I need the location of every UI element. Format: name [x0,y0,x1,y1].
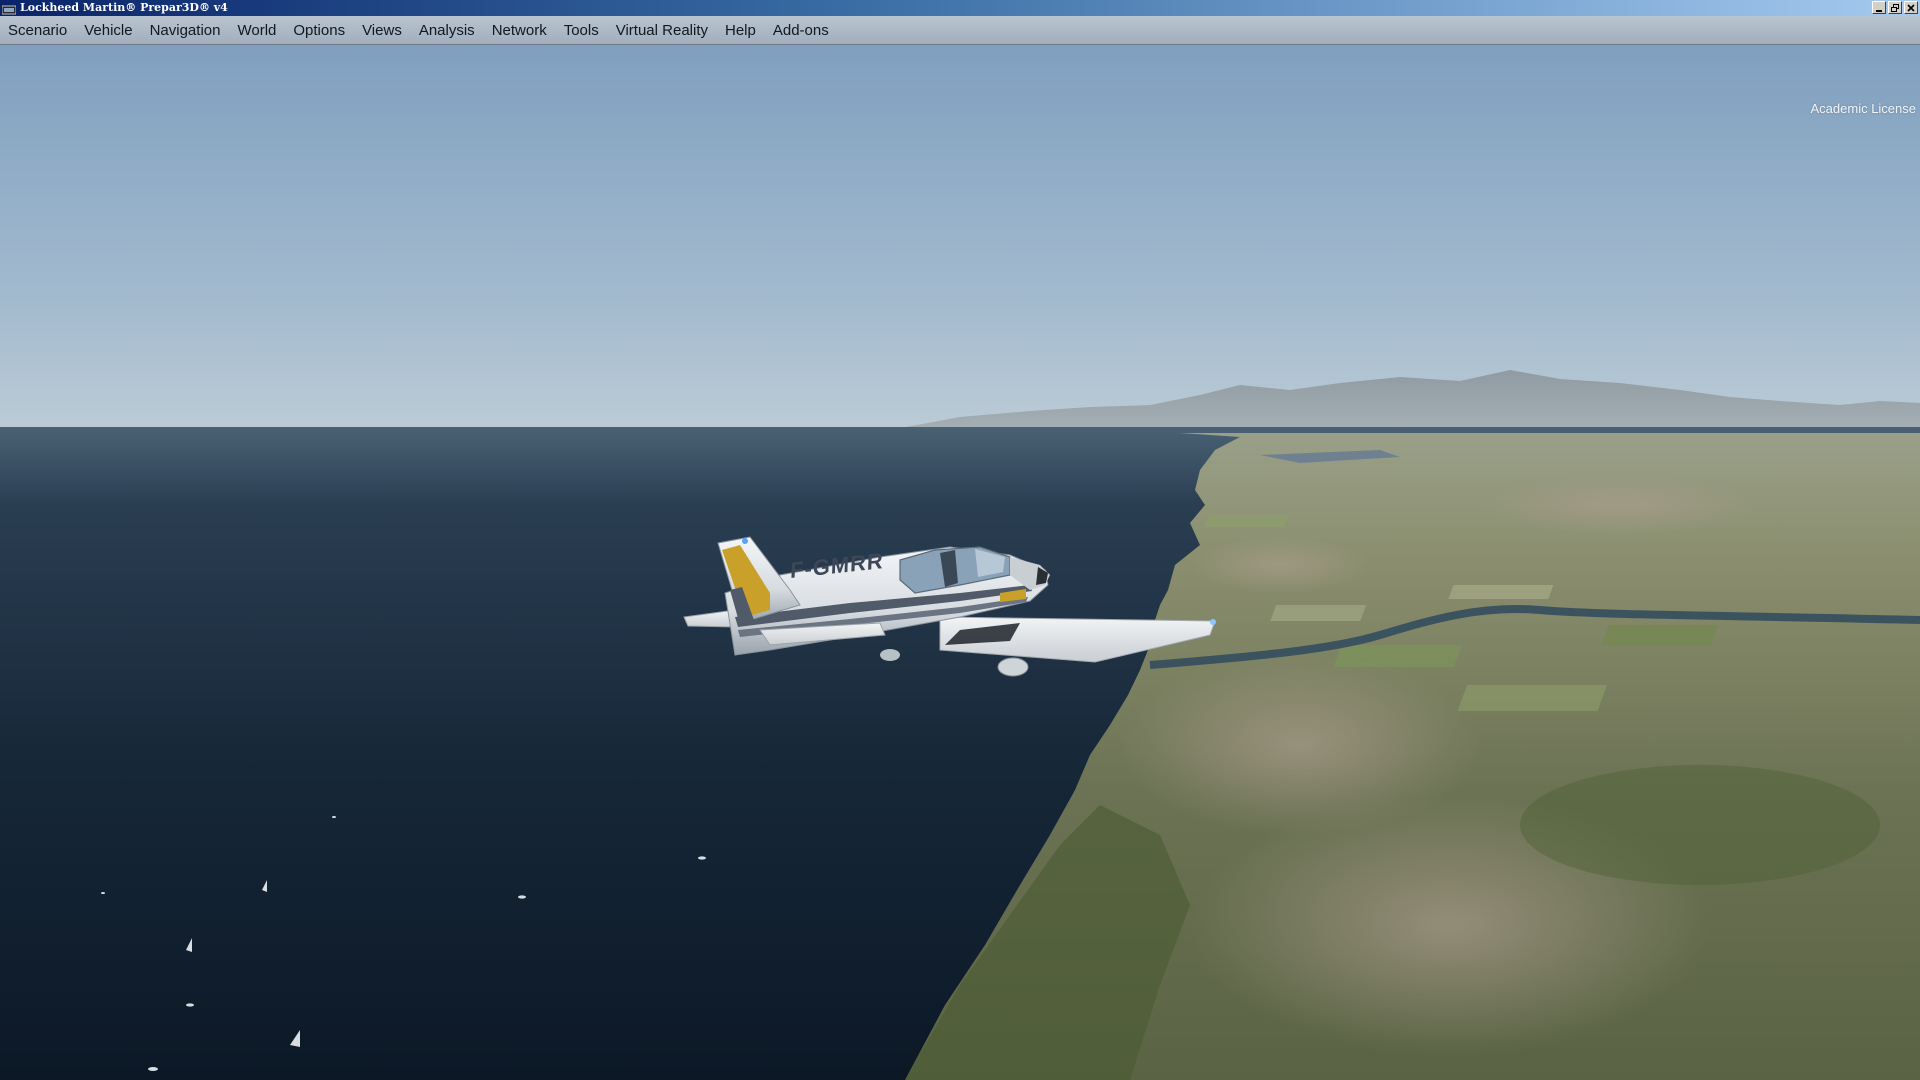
title-bar[interactable]: Lockheed Martin® Prepar3D® v4 [0,0,1920,16]
menu-options[interactable]: Options [285,16,354,45]
forest-area-east [1520,765,1880,885]
town-area [1190,537,1370,593]
license-label: Academic License [1810,101,1917,116]
menu-vehicle[interactable]: Vehicle [76,16,141,45]
menu-bar: Scenario Vehicle Navigation World Option… [0,16,1920,45]
menu-views[interactable]: Views [354,16,411,45]
menu-navigation[interactable]: Navigation [142,16,230,45]
menu-virtual-reality[interactable]: Virtual Reality [608,16,717,45]
close-button[interactable] [1904,1,1918,14]
window-title: Lockheed Martin® Prepar3D® v4 [20,1,228,14]
scene-render [0,45,1920,1080]
menu-analysis[interactable]: Analysis [411,16,484,45]
menu-help[interactable]: Help [717,16,765,45]
town-area-east [1480,475,1760,535]
menu-scenario[interactable]: Scenario [0,16,76,45]
minimize-icon [1876,9,1882,12]
minimize-button[interactable] [1872,1,1886,14]
restore-button[interactable] [1888,1,1902,14]
menu-network[interactable]: Network [484,16,556,45]
sky [0,45,1920,430]
menu-add-ons[interactable]: Add-ons [765,16,838,45]
simulation-viewport[interactable]: Academic License [0,45,1920,1080]
prepar3d-window: Lockheed Martin® Prepar3D® v4 Scenario V… [0,0,1920,1080]
restore-icon [1891,3,1899,12]
window-controls [1872,1,1918,14]
menu-world[interactable]: World [229,16,285,45]
close-icon [1907,3,1915,12]
prepar3d-logo-icon [1,3,17,15]
menu-tools[interactable]: Tools [556,16,608,45]
